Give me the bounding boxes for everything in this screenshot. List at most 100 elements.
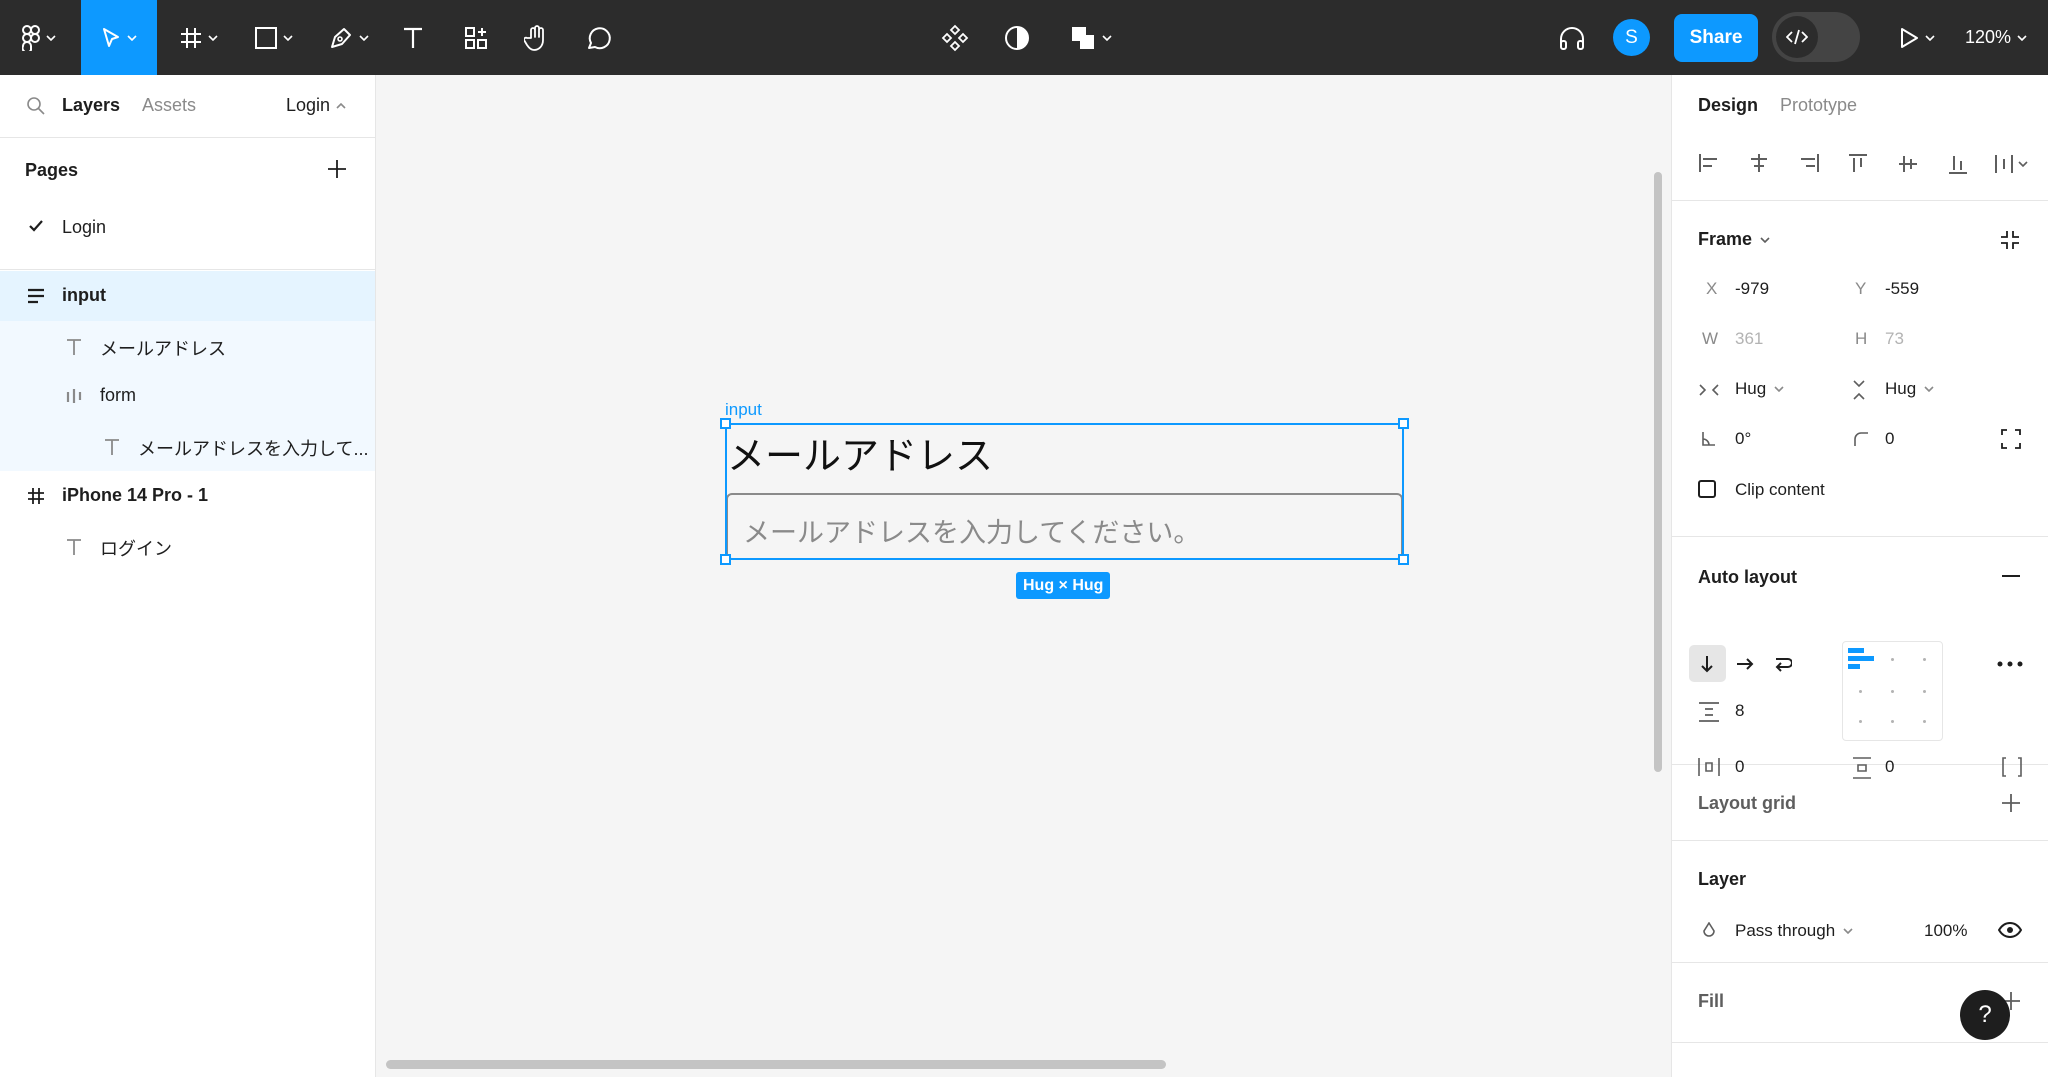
align-right-icon[interactable] — [1798, 153, 1820, 173]
width-mode-value: Hug — [1735, 379, 1767, 398]
layer-row-placeholder-text[interactable]: メールアドレスを入力して... — [0, 421, 375, 471]
rotation-input[interactable]: 0° — [1735, 429, 1751, 449]
boolean-button[interactable] — [1063, 0, 1119, 75]
layer-row-iphone-frame[interactable]: iPhone 14 Pro - 1 — [0, 471, 375, 521]
alignment-grid[interactable] — [1842, 641, 1943, 741]
independent-corners-icon[interactable] — [2001, 429, 2021, 449]
clip-content-checkbox[interactable] — [1698, 480, 1716, 498]
auto-layout-vertical-icon — [28, 288, 44, 304]
user-avatar[interactable]: S — [1613, 19, 1650, 56]
frame-section: Frame X -979 Y -559 W 361 H 73 Hug Hug 0… — [1672, 201, 2048, 537]
frame-type-dropdown[interactable]: Frame — [1698, 229, 1770, 250]
wrap-icon[interactable] — [1774, 655, 1792, 673]
page-switcher[interactable]: Login — [286, 95, 346, 116]
text-layer-icon — [105, 439, 119, 455]
page-item-login[interactable]: Login — [0, 204, 375, 250]
frame-tool-button[interactable] — [172, 0, 226, 75]
corner-radius-input[interactable]: 0 — [1885, 429, 1894, 449]
text-layer-icon — [67, 339, 81, 355]
grid-dot — [1891, 720, 1894, 723]
text-tool-button[interactable] — [393, 0, 433, 75]
remove-auto-layout-icon[interactable] — [2002, 574, 2020, 578]
mask-button[interactable] — [997, 0, 1037, 75]
tab-prototype[interactable]: Prototype — [1780, 95, 1857, 116]
w-input[interactable]: 361 — [1735, 329, 1763, 349]
play-icon — [1901, 27, 1918, 48]
frame-name-label[interactable]: input — [725, 400, 762, 420]
clip-content-row[interactable]: Clip content — [1672, 480, 2048, 502]
y-input[interactable]: -559 — [1885, 279, 1919, 299]
resize-handle-top-left[interactable] — [720, 418, 731, 429]
blend-mode-icon — [1703, 922, 1715, 937]
layer-row-form[interactable]: form — [0, 371, 375, 421]
dev-mode-toggle[interactable] — [1772, 12, 1860, 62]
move-tool-button[interactable] — [81, 0, 157, 75]
blend-mode-value: Pass through — [1735, 921, 1836, 940]
tab-layers[interactable]: Layers — [62, 95, 120, 116]
align-top-icon[interactable] — [1848, 153, 1868, 175]
layer-row-text[interactable]: メールアドレス — [0, 321, 375, 371]
add-page-icon[interactable] — [326, 158, 348, 180]
height-mode-dropdown[interactable]: Hug — [1885, 379, 1934, 399]
hand-tool-button[interactable] — [516, 0, 558, 75]
align-vertical-center-icon[interactable] — [1898, 153, 1918, 175]
boolean-union-icon — [1072, 26, 1094, 49]
chevron-down-icon — [46, 34, 56, 41]
page-item-label: Login — [62, 217, 107, 237]
layer-row-input[interactable]: input — [0, 271, 375, 321]
resize-handle-top-right[interactable] — [1398, 418, 1409, 429]
resize-handle-bottom-right[interactable] — [1398, 554, 1409, 565]
comment-tool-button[interactable] — [578, 0, 620, 75]
layer-label: メールアドレス — [100, 339, 226, 359]
component-icon — [941, 24, 969, 51]
pen-icon — [331, 27, 351, 48]
main-menu-button[interactable] — [14, 0, 64, 75]
chevron-down-icon — [127, 34, 137, 41]
present-button[interactable] — [1890, 0, 1944, 75]
h-label: H — [1855, 329, 1868, 348]
search-icon[interactable] — [26, 96, 46, 116]
audio-button[interactable] — [1552, 0, 1592, 75]
align-left-icon[interactable] — [1698, 153, 1720, 173]
eye-icon[interactable] — [1998, 921, 2022, 939]
horizontal-scrollbar[interactable] — [386, 1060, 1166, 1069]
tab-assets[interactable]: Assets — [142, 95, 196, 116]
arrow-right-icon[interactable] — [1736, 657, 1754, 671]
y-label: Y — [1855, 279, 1867, 298]
layer-label: form — [100, 385, 136, 405]
share-button[interactable]: Share — [1674, 14, 1758, 62]
pen-tool-button[interactable] — [322, 0, 376, 75]
distribute-icon[interactable] — [1994, 153, 2030, 175]
auto-layout-horizontal-icon — [66, 389, 82, 403]
component-button[interactable] — [935, 0, 975, 75]
layer-row-login-text[interactable]: ログイン — [0, 521, 375, 571]
x-input[interactable]: -979 — [1735, 279, 1769, 299]
opacity-input[interactable]: 100% — [1924, 921, 1967, 941]
layout-grid-title: Layout grid — [1698, 793, 1796, 813]
code-icon — [1786, 29, 1808, 45]
more-options-icon[interactable] — [1997, 661, 2023, 667]
frame-icon — [28, 488, 44, 504]
width-mode-dropdown[interactable]: Hug — [1735, 379, 1784, 399]
resources-button[interactable] — [456, 0, 496, 75]
arrow-down-icon — [1701, 656, 1713, 673]
grid-dot — [1859, 690, 1862, 693]
collapse-icon[interactable] — [1999, 229, 2021, 251]
blend-mode-dropdown[interactable]: Pass through — [1735, 921, 1853, 941]
help-button[interactable]: ? — [1960, 990, 2010, 1040]
auto-layout-title: Auto layout — [1698, 567, 1797, 587]
auto-layout-section: Auto layout 8 0 0 — [1672, 537, 2048, 779]
shape-tool-button[interactable] — [247, 0, 301, 75]
align-horizontal-center-icon[interactable] — [1748, 153, 1770, 173]
tab-design[interactable]: Design — [1698, 95, 1758, 116]
resize-handle-bottom-left[interactable] — [720, 554, 731, 565]
h-input[interactable]: 73 — [1885, 329, 1904, 349]
vertical-scrollbar[interactable] — [1654, 172, 1662, 772]
gap-input[interactable]: 8 — [1735, 701, 1744, 721]
chevron-down-icon — [1102, 34, 1112, 41]
chevron-down-icon — [1774, 386, 1784, 392]
canvas[interactable]: input メールアドレス メールアドレスを入力してください。 Hug × Hu… — [376, 75, 1671, 1077]
align-bottom-icon[interactable] — [1948, 153, 1968, 175]
zoom-dropdown[interactable]: 120% — [1965, 0, 2027, 75]
add-layout-grid-icon[interactable] — [2001, 793, 2021, 813]
